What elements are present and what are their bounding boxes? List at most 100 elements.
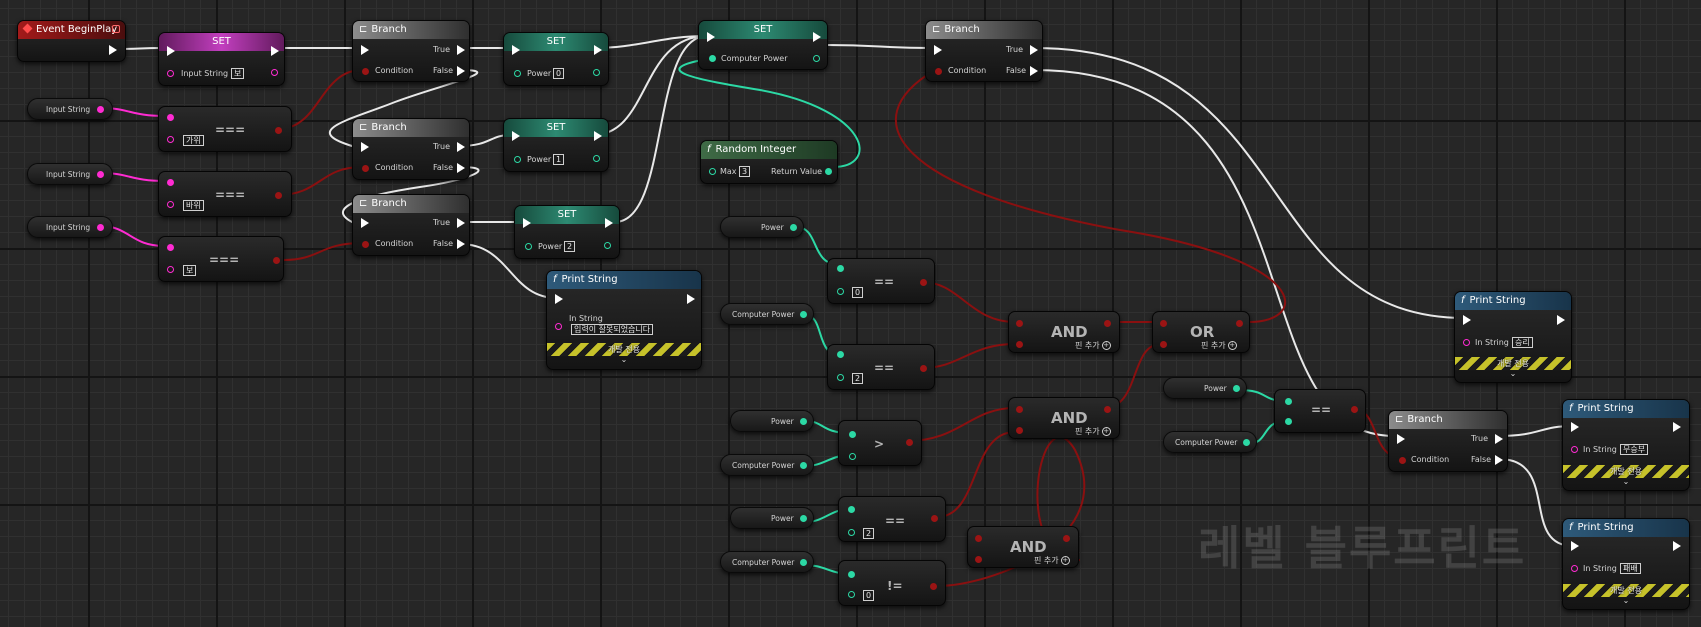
computer-power-getter[interactable]: Computer Power — [720, 454, 814, 476]
blueprint-graph[interactable]: Event BeginPlay SET Input String 보 Input… — [0, 0, 1701, 627]
computer-power-getter[interactable]: Computer Power — [720, 303, 814, 325]
exec-in-pin[interactable] — [523, 218, 531, 228]
power-in-pin[interactable] — [514, 70, 521, 77]
add-pin-icon[interactable]: + — [1101, 427, 1111, 436]
exec-in-pin[interactable] — [361, 45, 369, 55]
computer-power-out-pin[interactable] — [813, 55, 820, 62]
string-out-pin[interactable] — [97, 171, 104, 178]
input-string-value[interactable]: 보 — [231, 68, 245, 79]
true-exec-pin[interactable] — [1030, 45, 1038, 55]
bool-out-pin[interactable] — [920, 365, 927, 372]
string-equal-node[interactable]: 바위 === — [158, 171, 292, 217]
bool-out-pin[interactable] — [275, 127, 282, 134]
int-a-pin[interactable] — [849, 431, 856, 438]
power-getter[interactable]: Power — [1163, 377, 1247, 399]
add-pin-icon[interactable]: + — [1060, 556, 1070, 565]
set-power-node[interactable]: SET Power 2 — [514, 205, 620, 259]
int-a-pin[interactable] — [837, 351, 844, 358]
in-string-pin[interactable] — [1463, 339, 1470, 346]
condition-pin[interactable] — [362, 241, 369, 248]
exec-out-pin[interactable] — [109, 45, 117, 55]
false-exec-pin[interactable] — [1495, 455, 1503, 465]
power-value[interactable]: 1 — [553, 154, 565, 165]
int-out-pin[interactable] — [790, 224, 797, 231]
int-b-pin[interactable] — [848, 529, 855, 536]
branch-node[interactable]: ⊏ Branch True Condition False — [352, 20, 470, 82]
string-b-value[interactable]: 보 — [183, 265, 197, 276]
int-a-pin[interactable] — [848, 571, 855, 578]
false-exec-pin[interactable] — [1030, 66, 1038, 76]
add-pin-label[interactable]: 핀 추가 + — [1201, 341, 1237, 351]
power-out-pin[interactable] — [593, 69, 600, 76]
bool-a-pin[interactable] — [975, 535, 982, 542]
int-b-pin[interactable] — [837, 374, 844, 381]
or-node[interactable]: OR 핀 추가 + — [1152, 311, 1250, 353]
exec-out-pin[interactable] — [1557, 315, 1565, 325]
string-out-pin[interactable] — [97, 106, 104, 113]
in-string-value[interactable]: 무승부 — [1620, 444, 1649, 455]
set-power-node[interactable]: SET Power 1 — [503, 118, 609, 172]
int-greater-node[interactable]: > — [838, 420, 922, 466]
input-string-getter[interactable]: Input String — [27, 216, 113, 238]
set-power-node[interactable]: SET Power 0 — [503, 32, 609, 86]
condition-pin[interactable] — [1399, 457, 1406, 464]
in-string-pin[interactable] — [1571, 446, 1578, 453]
exec-in-pin[interactable] — [1463, 315, 1471, 325]
exec-in-pin[interactable] — [361, 218, 369, 228]
bool-b-pin[interactable] — [975, 556, 982, 563]
int-out-pin[interactable] — [800, 462, 807, 469]
true-exec-pin[interactable] — [1495, 434, 1503, 444]
int-equal-node[interactable]: 0 == — [827, 258, 935, 304]
true-exec-pin[interactable] — [457, 218, 465, 228]
exec-in-pin[interactable] — [555, 294, 563, 304]
input-string-pin[interactable] — [167, 70, 174, 77]
branch-node[interactable]: ⊏ Branch True Condition False — [1388, 410, 1508, 472]
int-out-pin[interactable] — [800, 559, 807, 566]
in-string-pin[interactable] — [555, 323, 562, 330]
exec-in-pin[interactable] — [512, 131, 520, 141]
int-b-value[interactable]: 0 — [852, 287, 864, 298]
string-a-pin[interactable] — [167, 179, 174, 186]
expand-chevron-icon[interactable]: ⌄ — [1455, 369, 1571, 378]
string-b-pin[interactable] — [167, 136, 174, 143]
max-pin[interactable] — [709, 168, 716, 175]
power-value[interactable]: 2 — [564, 241, 576, 252]
input-string-getter[interactable]: Input String — [27, 98, 113, 120]
print-string-node[interactable]: f Print String In String 패배 개발 전용 ⌄ — [1562, 518, 1690, 610]
and-node[interactable]: AND 핀 추가 + — [967, 526, 1079, 568]
exec-in-pin[interactable] — [707, 32, 715, 42]
string-a-pin[interactable] — [167, 114, 174, 121]
in-string-value[interactable]: 입력이 잘못되었습니다 — [571, 324, 654, 335]
power-getter[interactable]: Power — [730, 507, 814, 529]
false-exec-pin[interactable] — [457, 239, 465, 249]
in-string-value[interactable]: 패배 — [1620, 563, 1641, 574]
false-exec-pin[interactable] — [457, 66, 465, 76]
int-out-pin[interactable] — [800, 515, 807, 522]
bool-out-pin[interactable] — [1351, 406, 1358, 413]
exec-out-pin[interactable] — [594, 45, 602, 55]
max-value[interactable]: 3 — [739, 166, 751, 177]
int-out-pin[interactable] — [800, 311, 807, 318]
string-b-pin[interactable] — [167, 266, 174, 273]
bool-out-pin[interactable] — [275, 192, 282, 199]
exec-out-pin[interactable] — [605, 218, 613, 228]
int-b-pin[interactable] — [849, 453, 856, 460]
bool-b-pin[interactable] — [1016, 427, 1023, 434]
exec-in-pin[interactable] — [1571, 541, 1579, 551]
bool-out-pin[interactable] — [906, 439, 913, 446]
int-equal-node[interactable]: == — [1274, 389, 1366, 433]
expand-chevron-icon[interactable]: ⌄ — [1563, 596, 1689, 605]
int-b-value[interactable]: 2 — [863, 528, 875, 539]
add-pin-label[interactable]: 핀 추가 + — [1034, 556, 1070, 566]
output-string-pin[interactable] — [271, 69, 278, 76]
exec-in-pin[interactable] — [934, 45, 942, 55]
bool-out-pin[interactable] — [273, 257, 280, 264]
add-pin-icon[interactable]: + — [1101, 341, 1111, 350]
and-node[interactable]: AND 핀 추가 + — [1008, 311, 1120, 353]
int-a-pin[interactable] — [848, 506, 855, 513]
exec-out-pin[interactable] — [813, 32, 821, 42]
power-getter[interactable]: Power — [720, 216, 804, 238]
add-pin-label[interactable]: 핀 추가 + — [1075, 427, 1111, 437]
true-exec-pin[interactable] — [457, 45, 465, 55]
branch-node[interactable]: ⊏ Branch True Condition False — [352, 118, 470, 180]
